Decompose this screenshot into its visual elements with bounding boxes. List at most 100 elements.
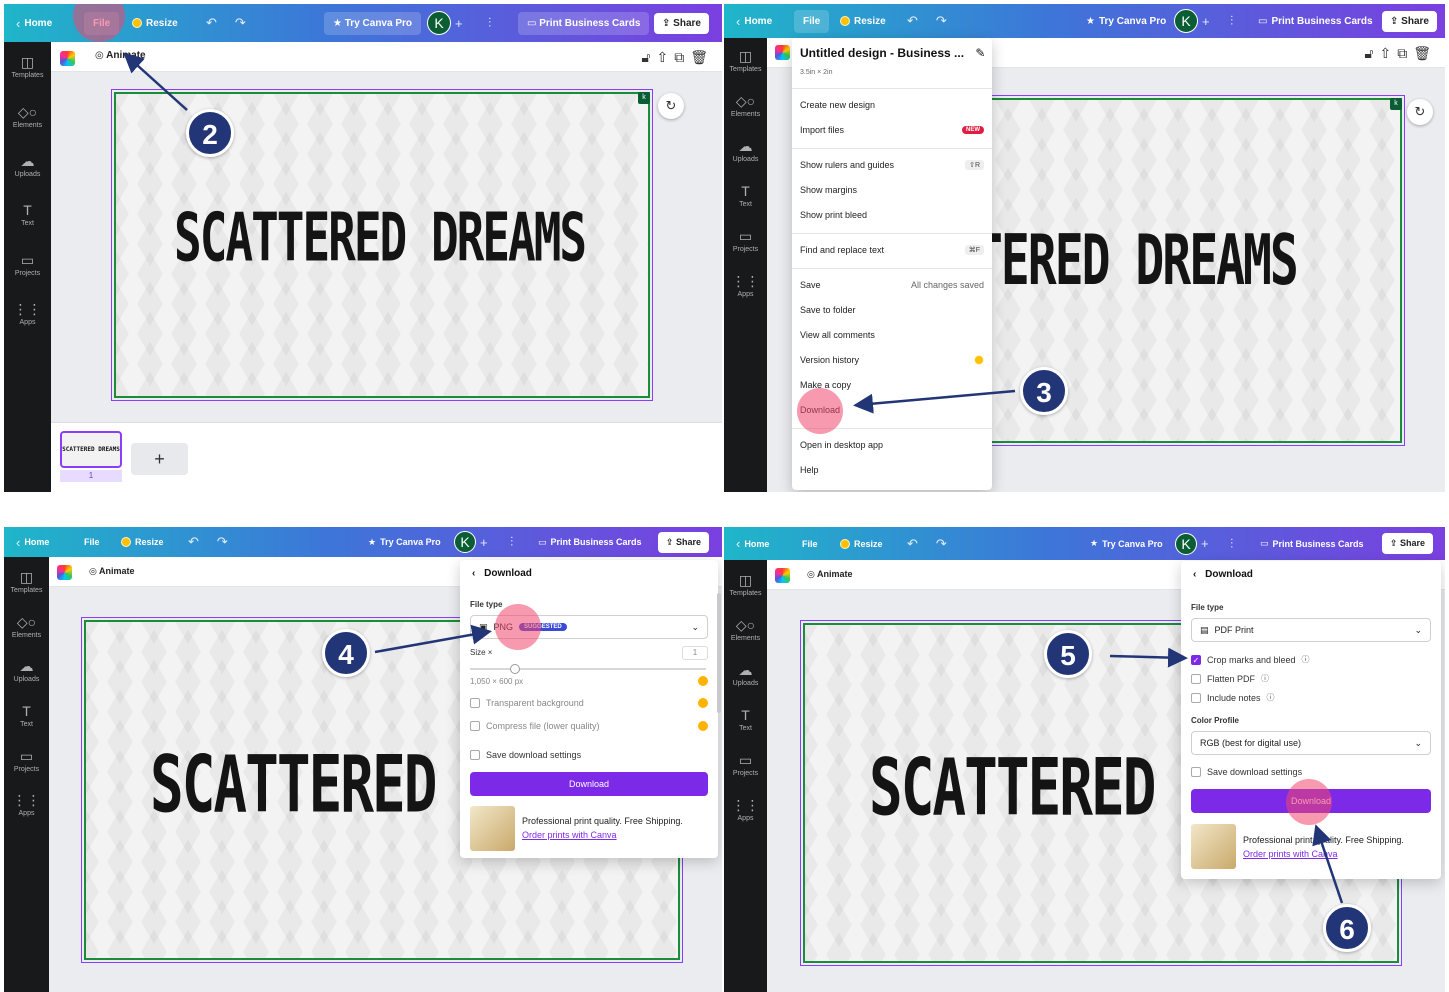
menu-item-margins[interactable]: Show margins [800,185,984,195]
sidebar-item-templates[interactable]: ◫ Templates [724,48,767,73]
home-button[interactable]: ‹ Home [16,527,49,557]
transparent-row[interactable]: Transparent background [470,698,708,708]
info-icon[interactable]: ⓘ [1267,692,1275,703]
print-business-cards-button[interactable]: ▭ Print Business Cards [1258,4,1373,38]
try-pro-button[interactable]: ★ Try Canva Pro [324,11,422,35]
undo-icon[interactable]: ↶ [188,534,199,550]
menu-item-comments[interactable]: View all comments [800,330,984,340]
menu-item-import[interactable]: Import files NEW [800,125,984,135]
sidebar-item-apps[interactable]: ⋮⋮ Apps [724,797,767,822]
menu-item-download[interactable]: Download [800,405,984,415]
sidebar-item-templates[interactable]: ◫ Templates [4,569,49,594]
undo-icon[interactable]: ↶ [206,15,217,31]
print-business-cards-button[interactable]: ▭ Print Business Cards [1260,527,1364,560]
insights-icon[interactable]: ⫶ [510,534,513,550]
add-page-button[interactable]: + [131,443,188,475]
save-settings-row[interactable]: Save download settings [470,750,708,760]
resize-button[interactable]: Resize [121,527,164,557]
animate-button[interactable]: ◎ Animate [95,50,146,61]
insights-icon[interactable]: ⫶ [1230,536,1233,552]
download-header[interactable]: ‹ Download [472,568,532,579]
sidebar-item-uploads[interactable]: ☁ Uploads [724,662,767,687]
sidebar-item-apps[interactable]: ⋮⋮ Apps [4,301,51,326]
scrollbar[interactable] [717,593,721,713]
share-button[interactable]: ⇪ Share [1382,10,1437,32]
crop-marks-checkbox[interactable]: ✓ [1191,654,1201,665]
sidebar-item-uploads[interactable]: ☁ Uploads [4,153,51,178]
pencil-icon[interactable]: ✎ [975,46,985,60]
flatten-checkbox[interactable] [1191,673,1201,684]
size-input[interactable]: 1 [682,646,708,660]
sidebar-item-projects[interactable]: ▭ Projects [724,752,767,777]
canvas-title-text[interactable]: SCATTERED D [150,740,501,831]
plus-icon[interactable]: + [1201,536,1209,551]
sidebar-item-elements[interactable]: ◇○ Elements [724,93,767,118]
sidebar-item-apps[interactable]: ⋮⋮ Apps [724,273,767,298]
sidebar-item-projects[interactable]: ▭ Projects [4,252,51,277]
refresh-icon[interactable]: ↻ [658,93,684,119]
duplicate-icon[interactable]: ⧉ [1397,45,1413,61]
avatar[interactable]: K [454,531,476,553]
include-notes-checkbox[interactable] [1191,692,1201,703]
plus-icon[interactable]: + [480,535,488,550]
sidebar-item-apps[interactable]: ⋮⋮ Apps [4,792,49,817]
menu-item-help[interactable]: Help [800,465,984,475]
home-button[interactable]: ‹ Home [16,4,52,42]
download-button[interactable]: Download [470,772,708,796]
trash-icon[interactable]: 🗑︎ [1413,45,1437,61]
compress-row[interactable]: Compress file (lower quality) [470,721,708,731]
sidebar-item-elements[interactable]: ◇○ Elements [4,104,51,129]
include-notes-row[interactable]: Include notes ⓘ [1191,692,1431,703]
sidebar-item-uploads[interactable]: ☁ Uploads [724,138,767,163]
redo-icon[interactable]: ↷ [936,13,947,29]
transparent-checkbox[interactable] [470,698,480,708]
sidebar-item-projects[interactable]: ▭ Projects [724,228,767,253]
lock-icon[interactable]: 🔓︎ [1364,45,1379,61]
menu-item-bleed[interactable]: Show print bleed [800,210,984,220]
flatten-row[interactable]: Flatten PDF ⓘ [1191,673,1431,684]
share-button[interactable]: ⇪ Share [1382,533,1434,554]
home-button[interactable]: ‹ Home [736,4,772,38]
sidebar-item-text[interactable]: T Text [4,202,51,227]
file-type-select[interactable]: ▣ PNG SUGGESTED ⌄ [470,615,708,639]
design-title[interactable]: Untitled design - Business ... ✎ [800,46,985,60]
menu-item-rulers[interactable]: Show rulers and guides ⇧R [800,160,984,170]
add-page-icon[interactable]: ⇧ [1379,45,1397,61]
plus-icon[interactable]: + [1202,14,1210,29]
avatar[interactable]: K [1174,9,1198,33]
plus-icon[interactable]: + [455,16,463,31]
color-swatch[interactable] [60,51,75,66]
order-prints-link[interactable]: Order prints with Canva [1243,849,1338,859]
insights-icon[interactable]: ⫶ [1230,13,1233,29]
canvas-title-text[interactable]: TERED DREAMS [974,220,1299,301]
canvas-title-text[interactable]: SCATTERED DREAMS [174,198,587,276]
sidebar-item-elements[interactable]: ◇○ Elements [4,614,49,639]
refresh-icon[interactable]: ↻ [1407,99,1433,125]
redo-icon[interactable]: ↷ [217,534,228,550]
crop-marks-row[interactable]: ✓ Crop marks and bleed ⓘ [1191,654,1431,665]
avatar[interactable]: K [1175,532,1197,555]
undo-icon[interactable]: ↶ [907,536,918,552]
page-thumbnail[interactable]: SCATTERED DREAMS [60,431,122,468]
insights-icon[interactable]: ⫶ [488,15,491,31]
menu-item-copy[interactable]: Make a copy [800,380,984,390]
redo-icon[interactable]: ↷ [235,15,246,31]
color-swatch[interactable] [775,568,790,583]
file-type-select[interactable]: ▤ PDF Print ⌄ [1191,618,1431,642]
sidebar-item-text[interactable]: T Text [724,183,767,208]
file-button[interactable]: File [84,11,120,35]
sidebar-item-templates[interactable]: ◫ Templates [4,54,51,79]
print-business-cards-button[interactable]: ▭ Print Business Cards [538,527,642,557]
resize-button[interactable]: Resize [132,4,178,42]
home-button[interactable]: ‹ Home [736,527,769,560]
size-slider-knob[interactable] [510,664,520,674]
try-pro-button[interactable]: ★ Try Canva Pro [1090,527,1163,560]
save-settings-checkbox[interactable] [1191,767,1201,777]
info-icon[interactable]: ⓘ [1261,673,1269,684]
try-pro-button[interactable]: ★ Try Canva Pro [1086,4,1166,38]
color-swatch[interactable] [57,565,72,580]
sidebar-item-elements[interactable]: ◇○ Elements [724,617,767,642]
animate-button[interactable]: ◎ Animate [807,569,853,580]
save-settings-row[interactable]: Save download settings [1191,767,1431,777]
menu-item-desktop[interactable]: Open in desktop app [800,440,984,450]
